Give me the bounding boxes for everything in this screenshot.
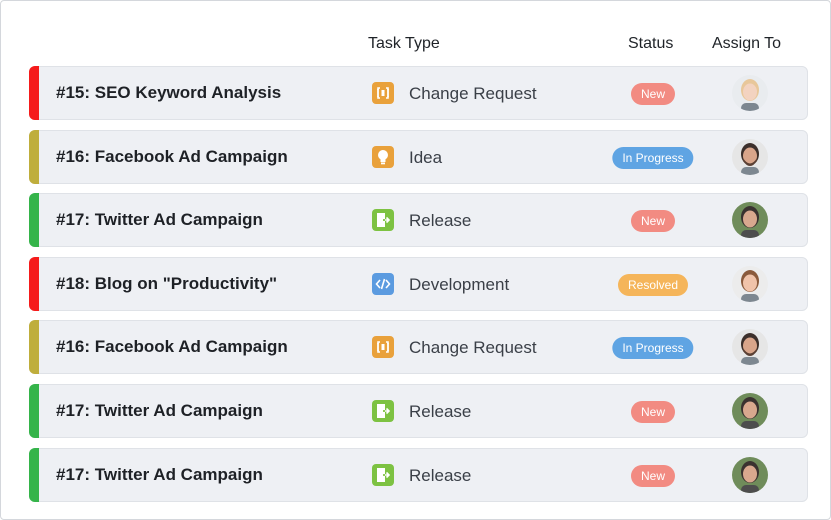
change-request-icon — [372, 82, 394, 104]
assignee-avatar[interactable] — [732, 75, 768, 111]
assignee-avatar[interactable] — [732, 329, 768, 366]
assignee-avatar[interactable] — [732, 456, 768, 493]
task-row[interactable]: #17: Twitter Ad Campaign Release New — [29, 383, 808, 438]
task-type-label: Release — [409, 465, 472, 485]
status-badge[interactable]: New — [630, 400, 676, 423]
task-row[interactable]: #17: Twitter Ad Campaign Release New — [29, 193, 808, 248]
task-row[interactable]: #15: SEO Keyword Analysis Change Request N… — [29, 66, 808, 120]
task-type-label: Idea — [409, 147, 443, 167]
status-badge[interactable]: New — [630, 210, 676, 233]
lightbulb-icon — [372, 145, 394, 168]
task-type-label: Change Request — [409, 338, 537, 358]
task-rows: #15: SEO Keyword Analysis Change Request N… — [29, 66, 808, 511]
release-icon — [372, 399, 394, 422]
table-header: Task Type Status Assign To — [1, 35, 831, 57]
task-row[interactable]: #18: Blog on "Productivity" Development Re… — [29, 256, 808, 311]
task-row[interactable]: #16: Facebook Ad Campaign Idea In Progress — [29, 129, 808, 184]
priority-indicator — [29, 256, 39, 311]
priority-indicator — [29, 447, 39, 502]
assignee-avatar[interactable] — [732, 265, 768, 302]
column-header-task-type: Task Type — [368, 35, 440, 52]
priority-indicator — [29, 193, 39, 248]
assignee-avatar[interactable] — [732, 138, 768, 175]
task-title[interactable]: #18: Blog on "Productivity" — [56, 274, 277, 294]
status-badge[interactable]: New — [630, 83, 676, 105]
task-title[interactable]: #17: Twitter Ad Campaign — [56, 210, 263, 230]
task-row[interactable]: #17: Twitter Ad Campaign Release New — [29, 447, 808, 502]
task-title[interactable]: #16: Facebook Ad Campaign — [56, 337, 288, 357]
code-icon — [372, 272, 394, 295]
assignee-avatar[interactable] — [732, 392, 768, 429]
status-badge[interactable]: In Progress — [612, 146, 694, 169]
priority-indicator — [29, 383, 39, 438]
priority-indicator — [29, 129, 39, 184]
assignee-avatar[interactable] — [732, 202, 768, 239]
task-list-panel: Task Type Status Assign To #15: SEO Keyw… — [0, 0, 831, 520]
change-request-icon — [372, 336, 394, 359]
task-type-label: Release — [409, 401, 472, 421]
task-type-label: Release — [409, 211, 472, 231]
release-icon — [372, 463, 394, 486]
priority-indicator — [29, 66, 39, 120]
task-row[interactable]: #16: Facebook Ad Campaign Change Request I… — [29, 320, 808, 375]
status-badge[interactable]: Resolved — [617, 273, 689, 296]
task-title[interactable]: #16: Facebook Ad Campaign — [56, 147, 288, 167]
task-title[interactable]: #15: SEO Keyword Analysis — [56, 83, 281, 103]
status-badge[interactable]: In Progress — [612, 337, 694, 360]
task-title[interactable]: #17: Twitter Ad Campaign — [56, 401, 263, 421]
release-icon — [372, 209, 394, 232]
status-badge[interactable]: New — [630, 464, 676, 487]
priority-indicator — [29, 320, 39, 375]
column-header-assign-to: Assign To — [712, 35, 782, 52]
column-header-status: Status — [628, 35, 674, 52]
task-type-label: Development — [409, 274, 510, 294]
task-type-label: Change Request — [409, 84, 537, 103]
task-title[interactable]: #17: Twitter Ad Campaign — [56, 465, 263, 485]
